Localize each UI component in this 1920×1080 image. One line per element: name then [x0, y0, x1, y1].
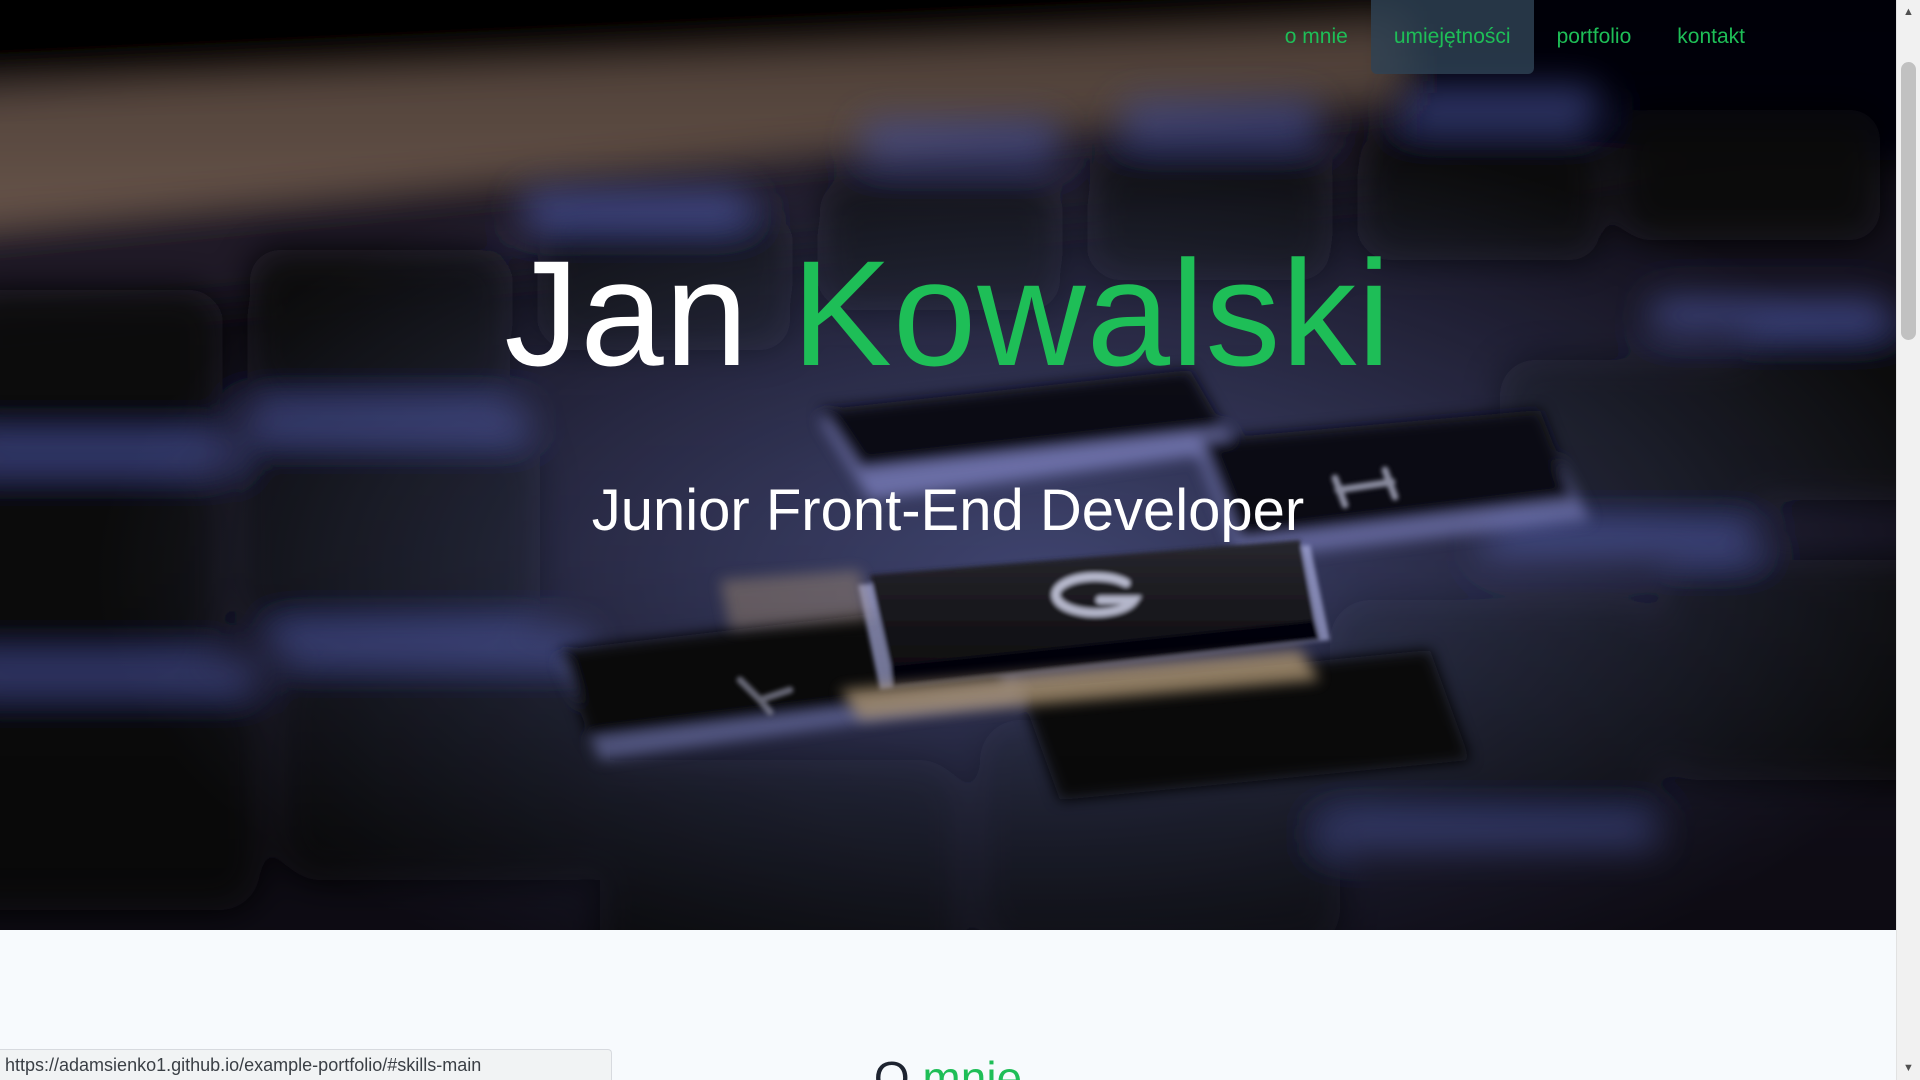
- page: o mnie umiejętności portfolio kontakt Ja…: [0, 0, 1896, 1080]
- scrollbar-thumb[interactable]: [1901, 62, 1916, 340]
- scroll-down-arrow-icon[interactable]: ▼: [1897, 1056, 1920, 1080]
- scroll-up-arrow-icon[interactable]: ▲: [1897, 0, 1920, 24]
- about-title-rest: mnie: [922, 1052, 1023, 1080]
- hero-first-name: Jan: [504, 229, 750, 397]
- nav-item-portfolio[interactable]: portfolio: [1534, 0, 1655, 74]
- hero-section: o mnie umiejętności portfolio kontakt Ja…: [0, 0, 1896, 930]
- nav-item-umiejetnosci[interactable]: umiejętności: [1370, 0, 1534, 74]
- main-nav: o mnie umiejętności portfolio kontakt: [1262, 0, 1768, 74]
- link-status-bar: https://adamsienko1.github.io/example-po…: [0, 1049, 612, 1080]
- nav-item-o-mnie[interactable]: o mnie: [1262, 0, 1371, 74]
- hero-overlay: [0, 0, 1896, 930]
- hero-last-name: Kowalski: [791, 229, 1392, 397]
- hero-title: Jan Kowalski: [0, 228, 1896, 398]
- about-title-first: O: [873, 1052, 910, 1080]
- page-scrollbar[interactable]: ▲ ▼: [1896, 0, 1920, 1080]
- hero-subtitle: Junior Front-End Developer: [591, 478, 1305, 543]
- nav-item-kontakt[interactable]: kontakt: [1654, 0, 1768, 74]
